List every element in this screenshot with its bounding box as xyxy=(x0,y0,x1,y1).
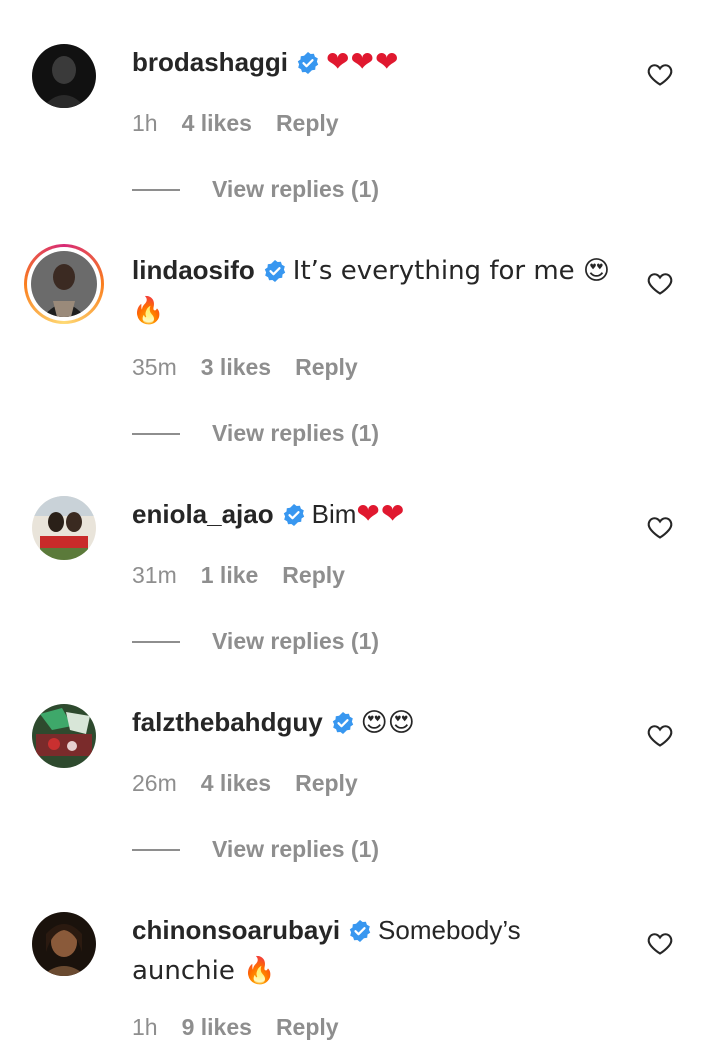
divider xyxy=(132,432,180,435)
username[interactable]: falzthebahdguy xyxy=(132,707,323,737)
likes-count[interactable]: 3 likes xyxy=(201,354,271,381)
comment-text: brodashaggi ❤❤❤ xyxy=(132,44,612,84)
likes-count[interactable]: 4 likes xyxy=(201,770,271,797)
heart-outline-icon[interactable] xyxy=(646,60,674,88)
view-replies-button[interactable]: View replies (1) xyxy=(132,836,379,863)
comment-body-line2: aunchie 🔥 xyxy=(132,956,276,986)
heart-outline-icon[interactable] xyxy=(646,929,674,957)
verified-badge-icon xyxy=(348,916,372,952)
reply-button[interactable]: Reply xyxy=(276,1014,339,1041)
view-replies-label: View replies (1) xyxy=(212,420,380,446)
verified-badge-icon xyxy=(282,500,306,536)
verified-badge-icon xyxy=(331,708,355,744)
comment-body-hearts: ❤❤ xyxy=(356,497,406,530)
comment-body: Bim xyxy=(311,499,357,529)
verified-badge-icon xyxy=(263,256,287,292)
comment-text: chinonsoarubayi Somebody’s aunchie 🔥 xyxy=(132,912,612,989)
comment-meta: 1h 4 likes Reply xyxy=(132,110,339,137)
comment-body: It’s everything for me 😍 xyxy=(292,256,611,286)
reply-button[interactable]: Reply xyxy=(295,354,358,381)
timestamp: 1h xyxy=(132,1014,158,1040)
comment-text: lindaosifo It’s everything for me 😍 🔥 xyxy=(132,252,612,329)
comment-text: eniola_ajao Bim❤❤ xyxy=(132,496,612,536)
username[interactable]: eniola_ajao xyxy=(132,499,274,529)
comment-meta: 1h 9 likes Reply xyxy=(132,1014,339,1041)
avatar-ring-gap xyxy=(27,247,101,321)
view-replies-button[interactable]: View replies (1) xyxy=(132,176,379,203)
heart-outline-icon[interactable] xyxy=(646,269,674,297)
comment-body: Somebody’s xyxy=(378,915,521,945)
view-replies-button[interactable]: View replies (1) xyxy=(132,420,379,447)
verified-badge-icon xyxy=(296,48,320,84)
view-replies-label: View replies (1) xyxy=(212,836,380,862)
username[interactable]: chinonsoarubayi xyxy=(132,915,340,945)
timestamp: 1h xyxy=(132,110,158,136)
username[interactable]: brodashaggi xyxy=(132,47,288,77)
likes-count[interactable]: 4 likes xyxy=(182,110,252,137)
heart-outline-icon[interactable] xyxy=(646,513,674,541)
comment-meta: 31m 1 like Reply xyxy=(132,562,345,589)
avatar[interactable] xyxy=(32,44,96,108)
heart-outline-icon[interactable] xyxy=(646,721,674,749)
view-replies-label: View replies (1) xyxy=(212,176,380,202)
comment-text: falzthebahdguy 😍😍 xyxy=(132,704,612,744)
comment-body: ❤❤❤ xyxy=(326,45,400,78)
likes-count[interactable]: 1 like xyxy=(201,562,259,589)
view-replies-button[interactable]: View replies (1) xyxy=(132,628,379,655)
timestamp: 31m xyxy=(132,562,177,588)
avatar xyxy=(31,251,97,317)
username[interactable]: lindaosifo xyxy=(132,255,255,285)
view-replies-label: View replies (1) xyxy=(212,628,380,654)
timestamp: 26m xyxy=(132,770,177,796)
divider xyxy=(132,188,180,191)
divider xyxy=(132,640,180,643)
avatar-story-ring[interactable] xyxy=(24,244,104,324)
reply-button[interactable]: Reply xyxy=(295,770,358,797)
comment-meta: 35m 3 likes Reply xyxy=(132,354,358,381)
comment-meta: 26m 4 likes Reply xyxy=(132,770,358,797)
avatar[interactable] xyxy=(32,912,96,976)
likes-count[interactable]: 9 likes xyxy=(182,1014,252,1041)
avatar[interactable] xyxy=(32,704,96,768)
avatar[interactable] xyxy=(32,496,96,560)
reply-button[interactable]: Reply xyxy=(276,110,339,137)
comment-body: 😍😍 xyxy=(360,708,415,738)
reply-button[interactable]: Reply xyxy=(282,562,345,589)
comment-body-line2: 🔥 xyxy=(132,296,165,326)
timestamp: 35m xyxy=(132,354,177,380)
divider xyxy=(132,848,180,851)
